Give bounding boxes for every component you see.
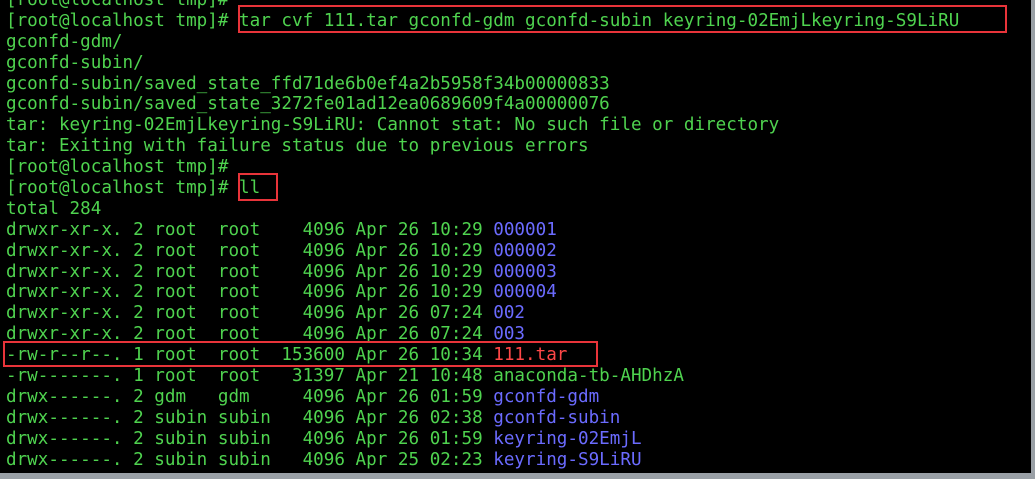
listing-row: -rw-------. 1 root root 31397 Apr 21 10:… (6, 366, 959, 387)
tar-output-line: gconfd-subin/ (6, 52, 144, 73)
listing-attrs: drwxr-xr-x. 2 root root 4096 Apr 26 07:2… (6, 303, 494, 324)
listing-row: drwxr-xr-x. 2 root root 4096 Apr 26 10:2… (6, 241, 959, 262)
highlight-box-tar-command (238, 5, 1007, 33)
listing-row: drwx------. 2 subin subin 4096 Apr 25 02… (6, 450, 959, 471)
tar-output-line: gconfd-gdm/ (6, 31, 123, 52)
tar-output-line: gconfd-subin/saved_state_ffd71de6b0ef4a2… (6, 73, 610, 94)
listing-name-dir: gconfd-gdm (493, 386, 600, 407)
listing-name-dir: keyring-S9LiRU (493, 449, 642, 470)
command-line-ll: [root@localhost tmp]# ll (6, 178, 959, 199)
listing-total: total 284 (6, 198, 102, 219)
listing-row: drwxr-xr-x. 2 root root 4096 Apr 26 10:2… (6, 282, 959, 303)
highlight-box-ll-command (238, 173, 278, 201)
listing-row: drwx------. 2 gdm gdm 4096 Apr 26 01:59 … (6, 387, 959, 408)
listing-name-dir: keyring-02EmjL (493, 428, 642, 449)
prompt: [root@localhost tmp]# (6, 178, 229, 199)
listing-attrs: drwxr-xr-x. 2 root root 4096 Apr 26 10:2… (6, 240, 494, 261)
highlight-box-tar-file-row (3, 341, 598, 367)
listing-name-dir: 000002 (493, 240, 557, 261)
prompt-line-empty: [root@localhost tmp]# (6, 157, 229, 178)
tar-error-line: tar: keyring-02EmjLkeyring-S9LiRU: Canno… (6, 115, 780, 136)
listing-attrs: drwx------. 2 subin subin 4096 Apr 26 02… (6, 407, 494, 428)
window-bottom-border (0, 473, 1031, 479)
listing-name-dir: 002 (493, 303, 526, 324)
listing-attrs: drwxr-xr-x. 2 root root 4096 Apr 26 10:2… (6, 261, 494, 282)
prompt: [root@localhost tmp]# (6, 10, 229, 31)
listing-attrs: -rw-------. 1 root root 31397 Apr 21 10:… (6, 366, 494, 387)
tar-error-line: tar: Exiting with failure status due to … (6, 136, 589, 157)
listing-row: drwx------. 2 subin subin 4096 Apr 26 02… (6, 408, 959, 429)
listing-name-dir: 000001 (493, 219, 557, 240)
listing-attrs: drwx------. 2 gdm gdm 4096 Apr 26 01:59 (6, 386, 494, 407)
listing-row: drwx------. 2 subin subin 4096 Apr 26 01… (6, 429, 959, 450)
listing-attrs: drwxr-xr-x. 2 root root 4096 Apr 26 10:2… (6, 219, 494, 240)
listing-row: drwxr-xr-x. 2 root root 4096 Apr 26 10:2… (6, 220, 959, 241)
listing-attrs: drwx------. 2 subin subin 4096 Apr 25 02… (6, 449, 494, 470)
terminal-output: [root@localhost tmp]# [root@localhost tm… (6, 0, 959, 470)
tar-output-line: gconfd-subin/saved_state_3272fe01ad12ea0… (6, 94, 610, 115)
listing-name-dir: 000003 (493, 261, 557, 282)
listing-name-dir: 000004 (493, 282, 557, 303)
terminal-window[interactable]: [root@localhost tmp]# [root@localhost tm… (0, 0, 1035, 479)
listing-name-dir: gconfd-subin (493, 407, 621, 428)
listing-row: drwxr-xr-x. 2 root root 4096 Apr 26 07:2… (6, 303, 959, 324)
listing-row: drwxr-xr-x. 2 root root 4096 Apr 26 10:2… (6, 262, 959, 283)
listing-attrs: drwx------. 2 subin subin 4096 Apr 26 01… (6, 428, 494, 449)
listing-name-file: anaconda-tb-AHDhzA (493, 366, 684, 387)
listing-attrs: drwxr-xr-x. 2 root root 4096 Apr 26 10:2… (6, 282, 494, 303)
